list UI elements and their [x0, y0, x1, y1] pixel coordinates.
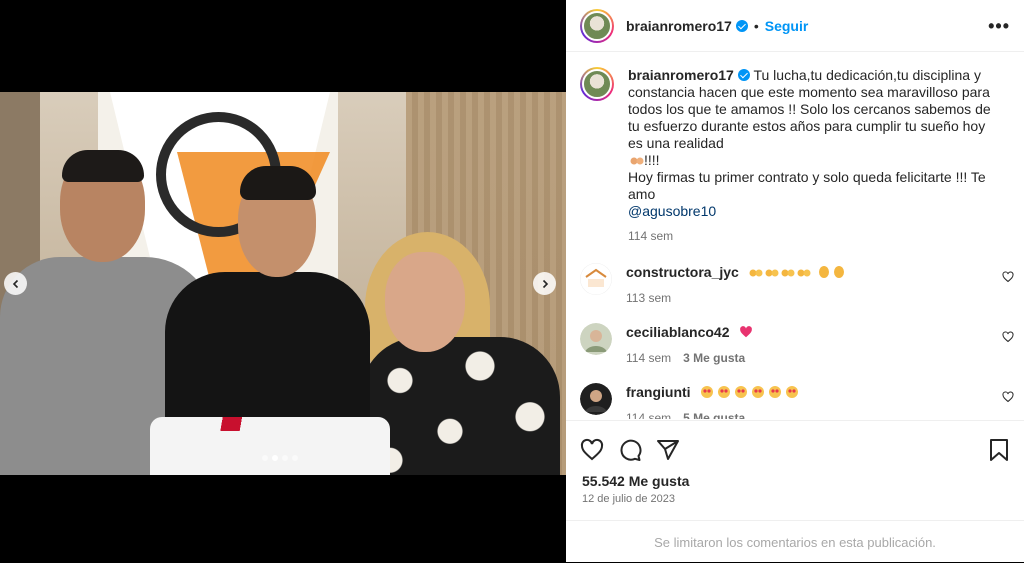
- photo-person-right-body: [360, 337, 560, 475]
- caption-line-1-tail: !!!!: [644, 152, 660, 168]
- caption-username[interactable]: braianromero17: [628, 67, 734, 83]
- post-header: braianromero17 • Seguir •••: [566, 0, 1024, 52]
- comment-meta: 114 sem 5 Me gusta: [626, 409, 800, 419]
- author-username[interactable]: braianromero17: [626, 18, 732, 34]
- chevron-right-icon: [542, 279, 548, 288]
- like-heart-icon[interactable]: [580, 438, 604, 462]
- photo-person-right-head: [385, 252, 465, 352]
- comment-content: ceciliablanco42 114 sem 3 Me gusta: [626, 323, 753, 367]
- verified-badge-icon: [735, 19, 748, 32]
- carousel-indicator: [262, 455, 298, 461]
- carousel-dot: [282, 455, 288, 461]
- follow-button[interactable]: Seguir: [765, 18, 809, 34]
- photo-person-center-hair: [240, 166, 316, 200]
- carousel-prev-button[interactable]: [4, 272, 27, 295]
- caption-time[interactable]: 114 sem: [628, 229, 673, 243]
- comment-bubble-icon[interactable]: [618, 438, 642, 462]
- commenter-avatar[interactable]: [580, 263, 612, 295]
- header-separator: •: [753, 17, 759, 34]
- heart-outline-icon[interactable]: [1002, 271, 1014, 283]
- comment-likes[interactable]: 3 Me gusta: [683, 351, 745, 365]
- comment-time[interactable]: 114 sem: [626, 351, 671, 365]
- post-date[interactable]: 12 de julio de 2023: [566, 489, 1024, 505]
- comment-content: frangiunti 114 sem 5 Me gusta: [626, 383, 800, 419]
- comment-meta: 113 sem: [626, 289, 847, 307]
- post-actions: 55.542 Me gusta 12 de julio de 2023 Se l…: [566, 420, 1024, 562]
- share-send-icon[interactable]: [656, 438, 680, 462]
- action-bar: [566, 421, 1024, 467]
- commenter-avatar[interactable]: [580, 383, 612, 415]
- comment-username[interactable]: constructora_jyc: [626, 264, 739, 280]
- more-options-button[interactable]: •••: [988, 16, 1010, 37]
- commenter-avatar[interactable]: [580, 323, 612, 355]
- comment-item: ceciliablanco42 114 sem 3 Me gusta: [566, 323, 1024, 367]
- caption-line-2: Hoy firmas tu primer contrato y solo que…: [628, 169, 986, 202]
- chevron-left-icon: [12, 279, 18, 288]
- comment-time[interactable]: 113 sem: [626, 291, 671, 305]
- caption-text: braianromero17 Tu lucha,tu dedicación,tu…: [628, 67, 998, 245]
- comment-content: constructora_jyc 113 sem: [626, 263, 847, 307]
- carousel-dot-active: [272, 455, 278, 461]
- comments-list[interactable]: braianromero17 Tu lucha,tu dedicación,tu…: [566, 53, 1024, 419]
- comment-item: constructora_jyc 113 sem: [566, 263, 1024, 307]
- post-media-pane: [0, 0, 566, 562]
- caption-mention-link[interactable]: @agusobre10: [628, 203, 716, 219]
- caption-avatar[interactable]: [580, 67, 614, 101]
- comments-limited-notice: Se limitaron los comentarios en esta pub…: [566, 520, 1024, 563]
- post-caption: braianromero17 Tu lucha,tu dedicación,tu…: [566, 53, 1024, 245]
- comment-item: frangiunti 114 sem 5 Me gusta: [566, 383, 1024, 419]
- photo-jersey-stripe: [150, 417, 390, 431]
- heart-eyes-emoji-icon: [701, 386, 799, 398]
- bookmark-save-icon[interactable]: [988, 438, 1010, 462]
- raised-hands-emoji-icon: [749, 269, 811, 277]
- heart-outline-icon[interactable]: [1002, 331, 1014, 343]
- likes-count[interactable]: 55.542 Me gusta: [566, 467, 1024, 489]
- post-photo[interactable]: [0, 92, 566, 475]
- comment-meta: 114 sem 3 Me gusta: [626, 349, 753, 367]
- comment-time[interactable]: 114 sem: [626, 411, 671, 419]
- verified-badge-icon: [737, 69, 750, 81]
- carousel-next-button[interactable]: [533, 272, 556, 295]
- comment-username[interactable]: frangiunti: [626, 384, 691, 400]
- caption-meta: 114 sem: [628, 228, 998, 245]
- carousel-dot: [292, 455, 298, 461]
- author-avatar[interactable]: [580, 8, 614, 43]
- comment-likes[interactable]: 5 Me gusta: [683, 411, 745, 419]
- clapping-hands-emoji-icon: [818, 266, 844, 278]
- comment-username[interactable]: ceciliablanco42: [626, 324, 730, 340]
- heart-outline-icon[interactable]: [1002, 391, 1014, 403]
- pink-heart-emoji-icon: [740, 326, 753, 338]
- post-side-panel: braianromero17 • Seguir ••• braianromero…: [566, 0, 1024, 562]
- photo-person-left-hair: [62, 150, 144, 182]
- raised-hands-emoji-icon: [630, 157, 644, 165]
- carousel-dot: [262, 455, 268, 461]
